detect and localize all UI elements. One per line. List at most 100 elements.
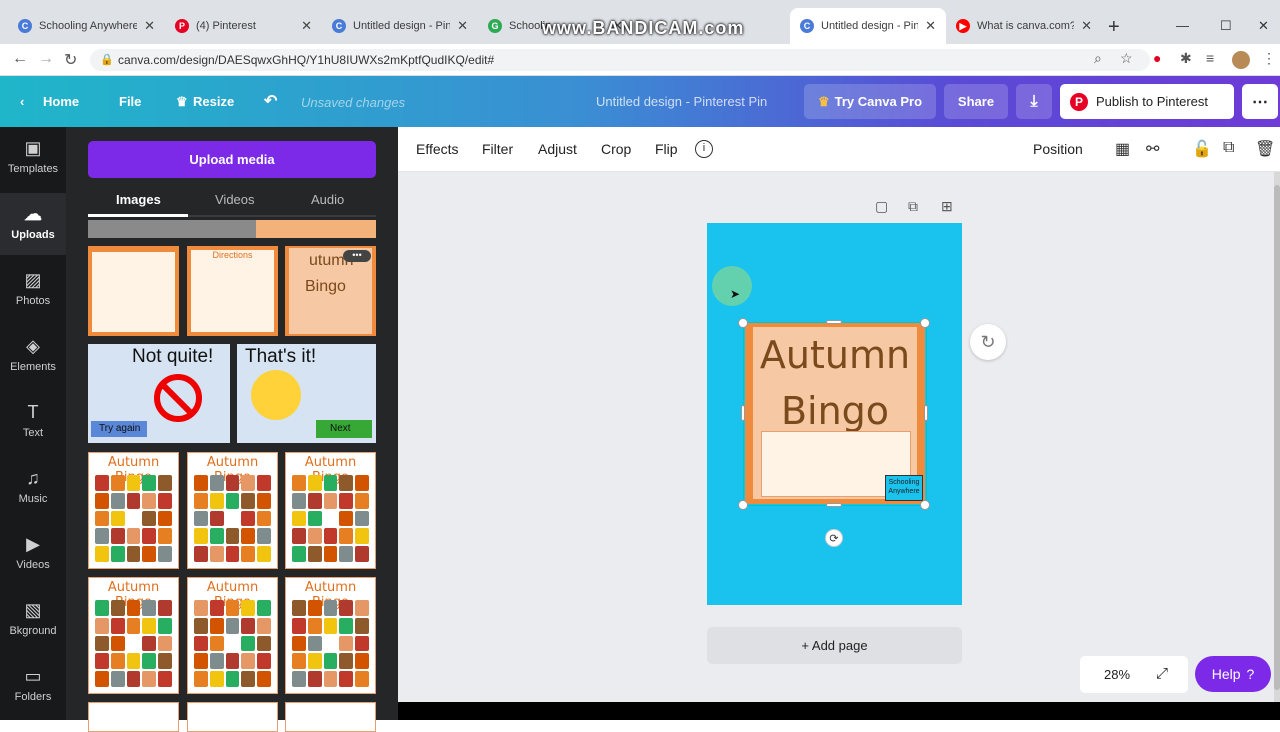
crop-button[interactable]: Crop bbox=[601, 141, 631, 157]
back-icon[interactable]: ← bbox=[12, 50, 28, 68]
bingo-cell bbox=[241, 528, 256, 545]
rotate-icon[interactable]: ⟳ bbox=[825, 529, 843, 547]
position-button[interactable]: Position bbox=[1033, 141, 1083, 157]
bingo-cell bbox=[209, 492, 224, 509]
reload-icon[interactable]: ↻ bbox=[64, 50, 77, 70]
chevron-left-icon[interactable]: ‹ bbox=[20, 94, 24, 109]
bingo-card-thumb[interactable]: Autumn Bingo bbox=[88, 577, 179, 694]
rail-item-templates[interactable]: ▣ Templates bbox=[0, 127, 66, 189]
design-title[interactable]: Untitled design - Pinterest Pin bbox=[596, 94, 767, 109]
close-tab-icon[interactable]: ✕ bbox=[457, 18, 468, 34]
maximize-icon[interactable]: ☐ bbox=[1220, 18, 1232, 34]
uploaded-image-thumb[interactable]: That's it! Next bbox=[237, 344, 376, 443]
page-notes-icon[interactable]: ▢ bbox=[875, 198, 888, 215]
effects-button[interactable]: Effects bbox=[416, 141, 459, 157]
rail-item-bkground[interactable]: ▧ Bkground bbox=[0, 589, 66, 651]
browser-menu-icon[interactable]: ⋮ bbox=[1262, 50, 1276, 67]
rail-item-music[interactable]: ♫ Music bbox=[0, 457, 66, 519]
resize-handle[interactable] bbox=[920, 318, 930, 328]
rail-item-videos[interactable]: ▶ Videos bbox=[0, 523, 66, 585]
close-tab-icon[interactable]: ✕ bbox=[144, 18, 155, 34]
bingo-card-thumb[interactable]: Autumn Bingo bbox=[285, 577, 376, 694]
side-rail: ▣ Templates ☁ Uploads ▨ Photos ◈ Elements T Text ♫… bbox=[0, 127, 66, 720]
bookmark-star-icon[interactable]: ☆ bbox=[1120, 50, 1133, 67]
transparency-icon[interactable]: ▦ bbox=[1115, 139, 1130, 159]
resize-handle[interactable] bbox=[741, 405, 745, 421]
undo-icon[interactable]: ↶ bbox=[264, 91, 277, 111]
bingo-card-thumb[interactable] bbox=[187, 702, 278, 732]
browser-tab[interactable]: C Untitled design - Pinte ✕ bbox=[322, 8, 478, 44]
resize-handle[interactable] bbox=[924, 405, 928, 421]
more-options-icon[interactable]: ⋯ bbox=[1242, 84, 1278, 119]
bingo-cell bbox=[323, 528, 338, 545]
adjust-button[interactable]: Adjust bbox=[538, 141, 577, 157]
publish-to-pinterest-button[interactable]: P Publish to Pinterest bbox=[1060, 84, 1234, 119]
trash-icon[interactable]: 🗑 bbox=[1255, 139, 1275, 159]
bingo-card-thumb[interactable]: Autumn Bingo bbox=[187, 577, 278, 694]
share-button[interactable]: Share bbox=[944, 84, 1008, 119]
browser-tab[interactable]: C Schooling Anywhere - ✕ bbox=[8, 8, 165, 44]
uploaded-image-thumb[interactable] bbox=[88, 246, 179, 336]
profile-avatar[interactable] bbox=[1232, 51, 1250, 69]
resize-handle[interactable] bbox=[738, 318, 748, 328]
resize-button[interactable]: Resize bbox=[193, 94, 234, 109]
home-button[interactable]: Home bbox=[43, 94, 79, 109]
flip-button[interactable]: Flip bbox=[655, 141, 678, 157]
duplicate-icon[interactable]: ⧉ bbox=[1223, 139, 1234, 157]
browser-tab[interactable]: C Untitled design - Pinte ✕ bbox=[790, 8, 946, 44]
bingo-card-thumb[interactable] bbox=[88, 702, 179, 732]
rail-item-uploads[interactable]: ☁ Uploads bbox=[0, 193, 66, 255]
zoom-lens-icon[interactable]: ⌕ bbox=[1094, 50, 1102, 67]
uploaded-image-thumb[interactable]: utumn Bingo ••• bbox=[285, 246, 376, 336]
fullscreen-icon[interactable]: ⤢ bbox=[1156, 665, 1168, 682]
close-tab-icon[interactable]: ✕ bbox=[301, 18, 312, 34]
scrollbar-thumb[interactable] bbox=[1274, 185, 1280, 690]
upload-media-button[interactable]: Upload media bbox=[88, 141, 376, 178]
new-tab-button[interactable]: + bbox=[1108, 16, 1120, 39]
minimize-icon[interactable]: — bbox=[1176, 18, 1189, 33]
uploaded-image-thumb[interactable] bbox=[88, 220, 258, 238]
bingo-card-thumb[interactable]: Autumn Bingo bbox=[285, 452, 376, 569]
bingo-card-thumb[interactable]: Autumn Bingo bbox=[187, 452, 278, 569]
file-menu[interactable]: File bbox=[119, 94, 141, 109]
tab-images[interactable]: Images bbox=[116, 192, 161, 207]
duplicate-page-icon[interactable]: ⧉ bbox=[908, 198, 918, 215]
zoom-control[interactable]: 28% ⤢ bbox=[1080, 656, 1188, 693]
rail-item-elements[interactable]: ◈ Elements bbox=[0, 325, 66, 387]
uploaded-image-thumb[interactable] bbox=[256, 220, 376, 238]
link-icon[interactable]: ⚯ bbox=[1146, 139, 1159, 159]
url-field[interactable]: 🔒 canva.com/design/DAESqwxGhHQ/Y1hU8IUWX… bbox=[90, 49, 1150, 71]
puzzle-extension-icon[interactable]: ✱ bbox=[1180, 50, 1192, 67]
download-icon[interactable]: ⤓ bbox=[1016, 84, 1052, 119]
tab-videos[interactable]: Videos bbox=[215, 192, 255, 207]
more-icon[interactable]: ••• bbox=[343, 250, 371, 262]
pinterest-extension-icon[interactable]: ● bbox=[1153, 50, 1161, 66]
close-tab-icon[interactable]: ✕ bbox=[1081, 18, 1092, 34]
uploaded-image-thumb[interactable]: Directions bbox=[187, 246, 278, 336]
try-canva-pro-button[interactable]: ♛ Try Canva Pro bbox=[804, 84, 936, 119]
rail-item-photos[interactable]: ▨ Photos bbox=[0, 259, 66, 321]
refresh-icon[interactable]: ↻ bbox=[970, 324, 1006, 360]
filter-button[interactable]: Filter bbox=[482, 141, 513, 157]
help-button[interactable]: Help ? bbox=[1195, 656, 1271, 692]
browser-tab[interactable]: P (4) Pinterest ✕ bbox=[165, 8, 322, 44]
close-tab-icon[interactable]: ✕ bbox=[925, 18, 936, 34]
resize-handle[interactable] bbox=[826, 320, 842, 324]
uploaded-image-thumb[interactable]: Not quite! Try again bbox=[88, 344, 230, 443]
close-window-icon[interactable]: ✕ bbox=[1258, 18, 1269, 34]
resize-handle[interactable] bbox=[920, 500, 930, 510]
bingo-card-thumb[interactable] bbox=[285, 702, 376, 732]
lock-icon[interactable]: 🔓 bbox=[1192, 139, 1212, 159]
reading-list-icon[interactable]: ≡ bbox=[1206, 50, 1214, 66]
browser-tab[interactable]: ▶ What is canva.com? (G ✕ bbox=[946, 8, 1102, 44]
tab-audio[interactable]: Audio bbox=[311, 192, 344, 207]
info-icon[interactable]: i bbox=[695, 140, 713, 158]
resize-handle[interactable] bbox=[738, 500, 748, 510]
resize-handle[interactable] bbox=[826, 503, 842, 507]
forward-icon[interactable]: → bbox=[38, 50, 54, 68]
add-page-button[interactable]: + Add page bbox=[707, 627, 962, 664]
rail-item-text[interactable]: T Text bbox=[0, 391, 66, 453]
rail-item-folders[interactable]: ▭ Folders bbox=[0, 655, 66, 717]
bingo-card-thumb[interactable]: Autumn Bingo bbox=[88, 452, 179, 569]
add-page-icon[interactable]: ⊞ bbox=[941, 198, 953, 215]
